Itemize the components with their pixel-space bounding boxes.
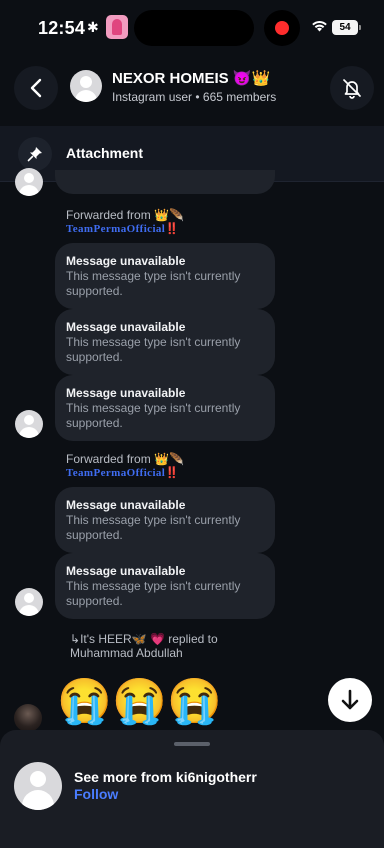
message-bubble[interactable]: Message unavailable This message type is…: [55, 375, 275, 441]
reply-author: It's HEER: [80, 632, 132, 646]
arrow-down-icon: [341, 689, 359, 710]
group-title[interactable]: NEXOR HOMEIS 😈👑: [112, 69, 270, 87]
see-more-text[interactable]: See more from ki6nigotherr: [74, 769, 257, 785]
message-title: Message unavailable: [66, 386, 186, 400]
chevron-left-icon: [30, 78, 42, 98]
mute-notifications-button[interactable]: [330, 66, 374, 110]
reply-note: ↳It's HEER🦋 💗 replied to Muhammad Abdull…: [70, 632, 218, 660]
group-subtitle: Instagram user • 665 members: [112, 90, 277, 104]
reply-author-emoji: 🦋 💗: [131, 632, 165, 646]
group-avatar[interactable]: [70, 70, 102, 102]
message-body: This message type isn't currently suppor…: [66, 269, 241, 298]
message-body: This message type isn't currently suppor…: [66, 579, 241, 608]
sheet-drag-handle[interactable]: [174, 742, 210, 746]
status-bar: 12:54 ✱ 54: [0, 0, 384, 58]
sender-avatar[interactable]: [15, 588, 43, 616]
message-body: This message type isn't currently suppor…: [66, 401, 241, 430]
forwarded-source-marks: ‼️: [165, 467, 180, 479]
message-bubble[interactable]: Message unavailable This message type is…: [55, 553, 275, 619]
wifi-icon: [312, 21, 327, 32]
forwarded-label: Forwarded from 👑🪶: [66, 208, 184, 222]
forwarded-label: Forwarded from 👑🪶: [66, 452, 184, 466]
back-button[interactable]: [14, 66, 58, 110]
message-bubble[interactable]: Message unavailable This message type is…: [55, 487, 275, 553]
scroll-to-bottom-button[interactable]: [328, 678, 372, 722]
message-title: Message unavailable: [66, 564, 186, 578]
chat-header: NEXOR HOMEIS 😈👑 Instagram user • 665 mem…: [0, 58, 384, 126]
record-dot-icon: [275, 21, 289, 35]
forwarded-source-name: TeamPermaOfficial: [66, 223, 166, 235]
forwarded-source[interactable]: TeamPermaOfficial‼️: [66, 222, 179, 235]
message-title: Message unavailable: [66, 498, 186, 512]
forwarded-source-marks: ‼️: [165, 223, 180, 235]
message-bubble-partial[interactable]: [55, 170, 275, 194]
follow-button[interactable]: Follow: [74, 786, 118, 802]
reply-action: replied to: [168, 632, 218, 646]
sender-avatar[interactable]: [15, 168, 43, 196]
sender-avatar[interactable]: [14, 704, 42, 732]
pin-icon-wrap: [18, 137, 52, 171]
bluetooth-icon: ✱: [87, 19, 99, 35]
forwarded-source-name: TeamPermaOfficial: [66, 467, 166, 479]
battery-indicator: 54: [332, 20, 361, 35]
message-bubble[interactable]: Message unavailable This message type is…: [55, 309, 275, 375]
message-body: This message type isn't currently suppor…: [66, 513, 241, 542]
message-title: Message unavailable: [66, 254, 186, 268]
pin-icon: [27, 147, 42, 162]
bottom-sheet: See more from ki6nigotherr Follow: [0, 730, 384, 848]
forwarded-source[interactable]: TeamPermaOfficial‼️: [66, 466, 179, 479]
message-bubble[interactable]: Message unavailable This message type is…: [55, 243, 275, 309]
app-thumbnail-icon: [106, 15, 128, 39]
attachment-label: Attachment: [66, 145, 144, 161]
emoji-message[interactable]: 😭: [57, 678, 112, 726]
emoji-message[interactable]: 😭: [112, 678, 167, 726]
profile-avatar[interactable]: [14, 762, 62, 810]
recording-indicator: [264, 10, 300, 46]
status-time: 12:54: [38, 18, 86, 38]
message-body: This message type isn't currently suppor…: [66, 335, 241, 364]
reply-note-line-1: ↳It's HEER🦋 💗 replied to: [70, 632, 218, 646]
message-title: Message unavailable: [66, 320, 186, 334]
dynamic-island: [134, 10, 254, 46]
bell-slash-icon: [343, 79, 361, 99]
emoji-message[interactable]: 😭: [167, 678, 222, 726]
sender-avatar[interactable]: [15, 410, 43, 438]
reply-target: Muhammad Abdullah: [70, 646, 183, 660]
